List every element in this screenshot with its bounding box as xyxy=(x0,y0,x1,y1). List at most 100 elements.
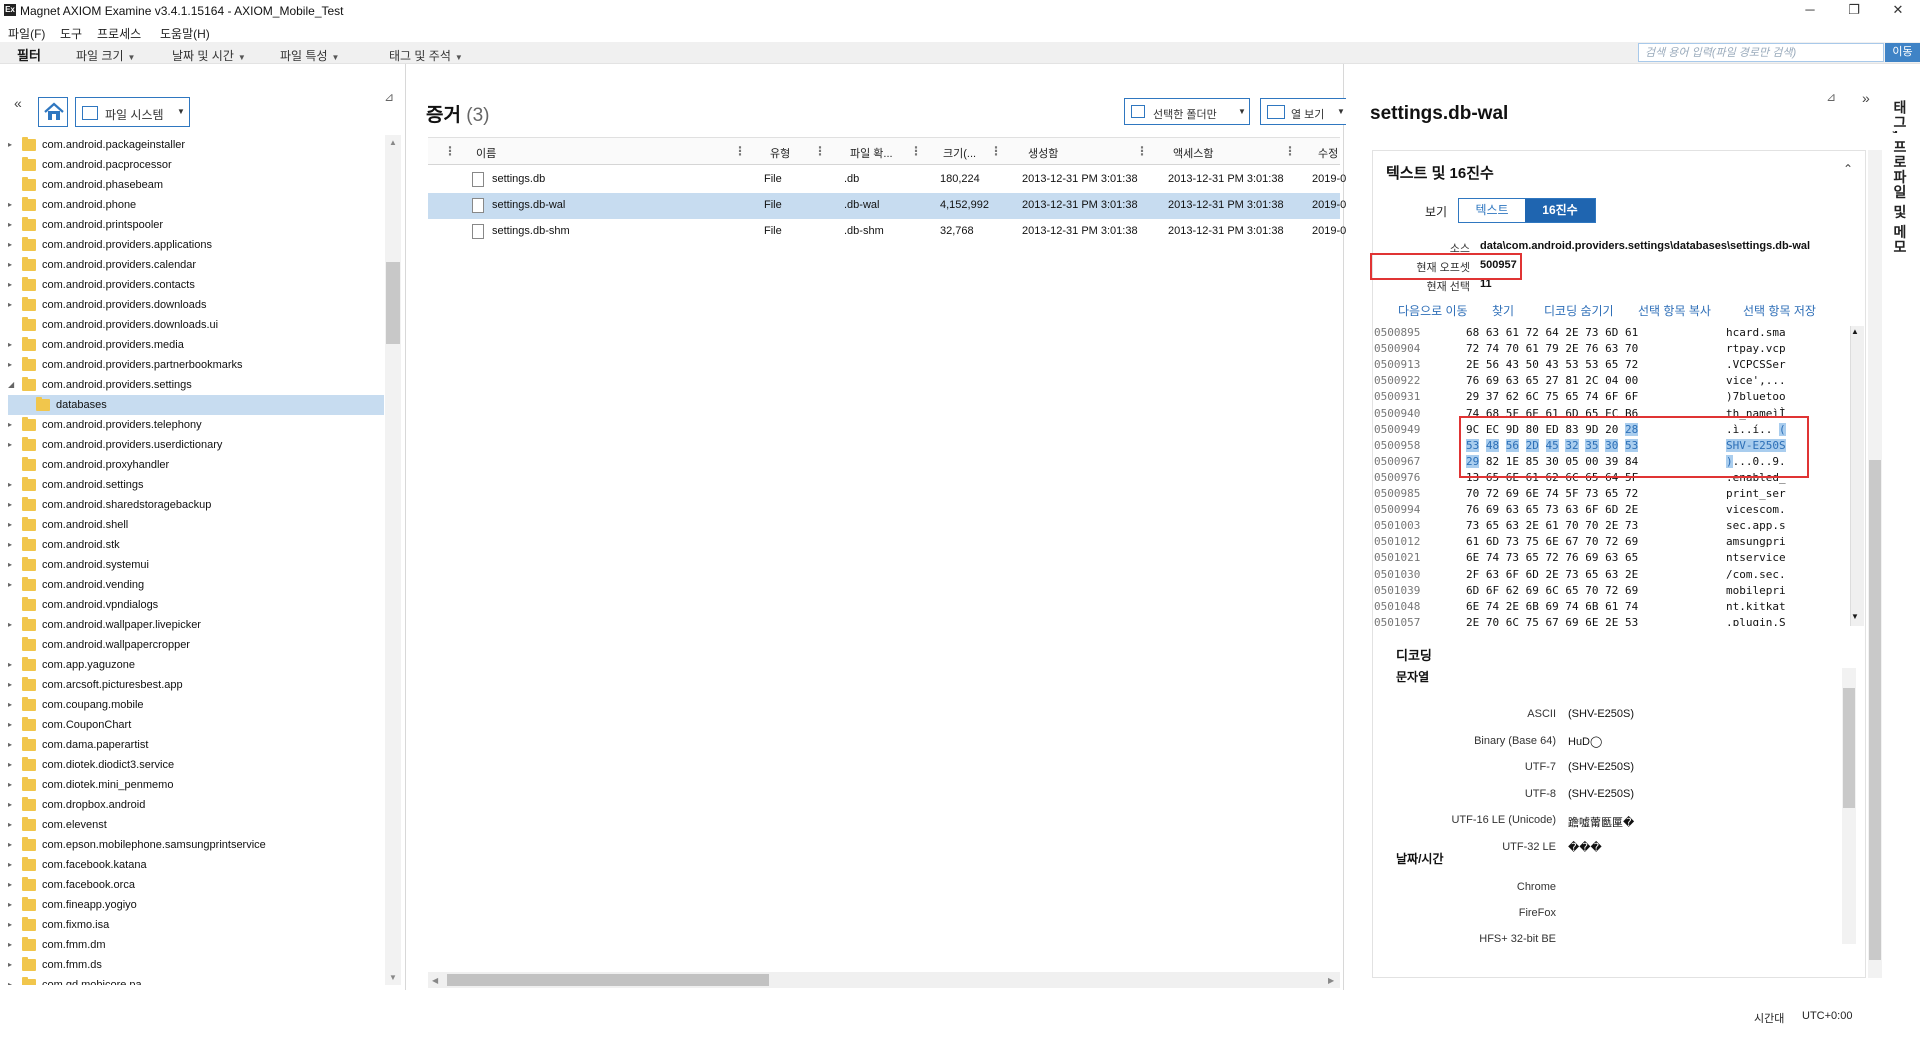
pin-icon[interactable]: ⊿ xyxy=(384,90,394,104)
tree-item[interactable]: ▸ com.android.providers.media xyxy=(8,335,384,355)
column-menu-icon[interactable]: ⋮ xyxy=(734,144,746,158)
expand-arrow-icon[interactable]: ▸ xyxy=(8,255,12,275)
menu-help[interactable]: 도움말(H) xyxy=(160,25,210,42)
tree-item[interactable]: ▸ com.android.providers.downloads xyxy=(8,295,384,315)
tree-item[interactable]: com.android.phasebeam xyxy=(8,175,384,195)
tree-item[interactable]: com.android.proxyhandler xyxy=(8,455,384,475)
tree-item[interactable]: ▸ com.facebook.katana xyxy=(8,855,384,875)
scroll-up-icon[interactable]: ▲ xyxy=(389,138,397,147)
expand-arrow-icon[interactable]: ▸ xyxy=(8,335,12,355)
source-dropdown[interactable]: 파일 시스템 ▼ xyxy=(75,97,190,127)
pin-icon[interactable]: ⊿ xyxy=(1826,90,1836,104)
column-header-modified[interactable]: 수정 xyxy=(1318,145,1338,161)
tree-item[interactable]: ▸ com.elevenst xyxy=(8,815,384,835)
expand-arrow-icon[interactable]: ▸ xyxy=(8,715,12,735)
expand-arrow-icon[interactable]: ▸ xyxy=(8,235,12,255)
tree-item[interactable]: ▸ com.dropbox.android xyxy=(8,795,384,815)
tree-item[interactable]: ▸ com.dama.paperartist xyxy=(8,735,384,755)
scroll-down-icon[interactable]: ▼ xyxy=(1851,612,1859,621)
expand-arrow-icon[interactable]: ▸ xyxy=(8,495,12,515)
go-button[interactable]: 이동 xyxy=(1885,43,1920,62)
expand-arrow-icon[interactable]: ▸ xyxy=(8,935,12,955)
tree-item[interactable]: databases xyxy=(8,395,384,415)
tree-item[interactable]: ▸ com.fmm.ds xyxy=(8,955,384,975)
collapse-left-panel-icon[interactable]: « xyxy=(14,95,22,111)
toggle-text-button[interactable]: 텍스트 xyxy=(1459,199,1525,222)
expand-arrow-icon[interactable]: ▸ xyxy=(8,295,12,315)
tree-item[interactable]: ▸ com.android.stk xyxy=(8,535,384,555)
tree-item[interactable]: ▸ com.android.providers.calendar xyxy=(8,255,384,275)
expand-arrow-icon[interactable]: ▸ xyxy=(8,795,12,815)
expand-arrow-icon[interactable]: ▸ xyxy=(8,655,12,675)
timezone-value[interactable]: UTC+0:00 xyxy=(1802,1010,1852,1022)
filter-file-size[interactable]: 파일 크기 ▼ xyxy=(76,47,135,64)
expand-arrow-icon[interactable]: ▸ xyxy=(8,895,12,915)
tree-item[interactable]: ▸ com.android.phone xyxy=(8,195,384,215)
tree-item[interactable]: com.android.vpndialogs xyxy=(8,595,384,615)
tree-scrollbar-thumb[interactable] xyxy=(386,262,400,344)
expand-arrow-icon[interactable]: ▸ xyxy=(8,475,12,495)
menu-file[interactable]: 파일(F) xyxy=(8,25,45,42)
maximize-button[interactable]: ❐ xyxy=(1836,0,1872,22)
tree-item[interactable]: ▸ com.arcsoft.picturesbest.app xyxy=(8,675,384,695)
expand-arrow-icon[interactable]: ▸ xyxy=(8,355,12,375)
expand-arrow-icon[interactable]: ▸ xyxy=(8,415,12,435)
tree-item[interactable]: ▸ com.android.providers.partnerbookmarks xyxy=(8,355,384,375)
expand-arrow-icon[interactable]: ▸ xyxy=(8,955,12,975)
tree-item[interactable]: ▸ com.android.providers.applications xyxy=(8,235,384,255)
tree-item[interactable]: com.android.pacprocessor xyxy=(8,155,384,175)
side-tab-tags-profiles-notes[interactable]: 태그, 프로파일 및 메모 xyxy=(1880,100,1920,340)
expand-arrow-icon[interactable]: ▸ xyxy=(8,855,12,875)
column-menu-icon[interactable]: ⋮ xyxy=(814,144,826,158)
expand-arrow-icon[interactable]: ▸ xyxy=(8,815,12,835)
column-menu-icon[interactable]: ⋮ xyxy=(910,144,922,158)
decoding-scrollbar-thumb[interactable] xyxy=(1843,688,1855,808)
column-view-dropdown[interactable]: 열 보기 ▼ xyxy=(1260,98,1349,125)
selected-folder-only-dropdown[interactable]: 선택한 폴더만 ▼ xyxy=(1124,98,1250,125)
details-scrollbar-thumb[interactable] xyxy=(1869,460,1881,960)
home-button[interactable] xyxy=(38,97,68,127)
tree-item[interactable]: com.android.wallpapercropper xyxy=(8,635,384,655)
expand-right-panel-icon[interactable]: » xyxy=(1862,90,1870,106)
hex-scrollbar[interactable] xyxy=(1850,326,1864,626)
scroll-up-icon[interactable]: ▲ xyxy=(1851,327,1859,336)
scroll-right-icon[interactable]: ▶ xyxy=(1328,976,1334,985)
expand-arrow-icon[interactable]: ▸ xyxy=(8,215,12,235)
table-row[interactable]: settings.db-wal File .db-wal 4,152,992 2… xyxy=(428,193,1346,219)
column-menu-icon[interactable]: ⋮ xyxy=(1136,144,1148,158)
filter-tags-comments[interactable]: 태그 및 주석 ▼ xyxy=(389,47,463,64)
expand-arrow-icon[interactable]: ▸ xyxy=(8,675,12,695)
go-to-link[interactable]: 다음으로 이동 xyxy=(1398,302,1468,319)
tree-item[interactable]: ▸ com.android.packageinstaller xyxy=(8,135,384,155)
column-menu-icon[interactable]: ⋮ xyxy=(990,144,1002,158)
tree-item[interactable]: ▸ com.diotek.diodict3.service xyxy=(8,755,384,775)
scroll-left-icon[interactable]: ◀ xyxy=(432,976,438,985)
expand-arrow-icon[interactable]: ▸ xyxy=(8,435,12,455)
expand-arrow-icon[interactable]: ▸ xyxy=(8,135,12,155)
expand-arrow-icon[interactable]: ▸ xyxy=(8,875,12,895)
tree-item[interactable]: ▸ com.android.sharedstoragebackup xyxy=(8,495,384,515)
tree-item[interactable]: ▸ com.diotek.mini_penmemo xyxy=(8,775,384,795)
expand-arrow-icon[interactable]: ▸ xyxy=(8,735,12,755)
toggle-hex-button[interactable]: 16진수 xyxy=(1525,199,1595,222)
tree-item[interactable]: ▸ com.android.vending xyxy=(8,575,384,595)
tree-item[interactable]: ▸ com.epson.mobilephone.samsungprintservi… xyxy=(8,835,384,855)
expand-arrow-icon[interactable]: ▸ xyxy=(8,515,12,535)
column-menu-icon[interactable]: ⋮ xyxy=(1284,144,1296,158)
expand-arrow-icon[interactable]: ▸ xyxy=(8,535,12,555)
column-header-size[interactable]: 크기(... xyxy=(943,145,976,161)
tree-item[interactable]: ▸ com.app.yaguzone xyxy=(8,655,384,675)
tree-item[interactable]: ◢ com.android.providers.settings xyxy=(8,375,384,395)
tree-item[interactable]: ▸ com.android.systemui xyxy=(8,555,384,575)
scroll-down-icon[interactable]: ▼ xyxy=(389,973,397,982)
expand-arrow-icon[interactable]: ▸ xyxy=(8,975,12,985)
expand-arrow-icon[interactable]: ▸ xyxy=(8,835,12,855)
tree-item[interactable]: ▸ com.fineapp.yogiyo xyxy=(8,895,384,915)
expand-arrow-icon[interactable]: ▸ xyxy=(8,195,12,215)
filter-date-time[interactable]: 날짜 및 시간 ▼ xyxy=(172,47,246,64)
tree-item[interactable]: ▸ com.android.providers.contacts xyxy=(8,275,384,295)
column-header-name[interactable]: 이름 xyxy=(476,145,496,161)
tree-item[interactable]: ▸ com.facebook.orca xyxy=(8,875,384,895)
minimize-button[interactable]: ─ xyxy=(1792,0,1828,22)
tree-item[interactable]: ▸ com.android.providers.userdictionary xyxy=(8,435,384,455)
